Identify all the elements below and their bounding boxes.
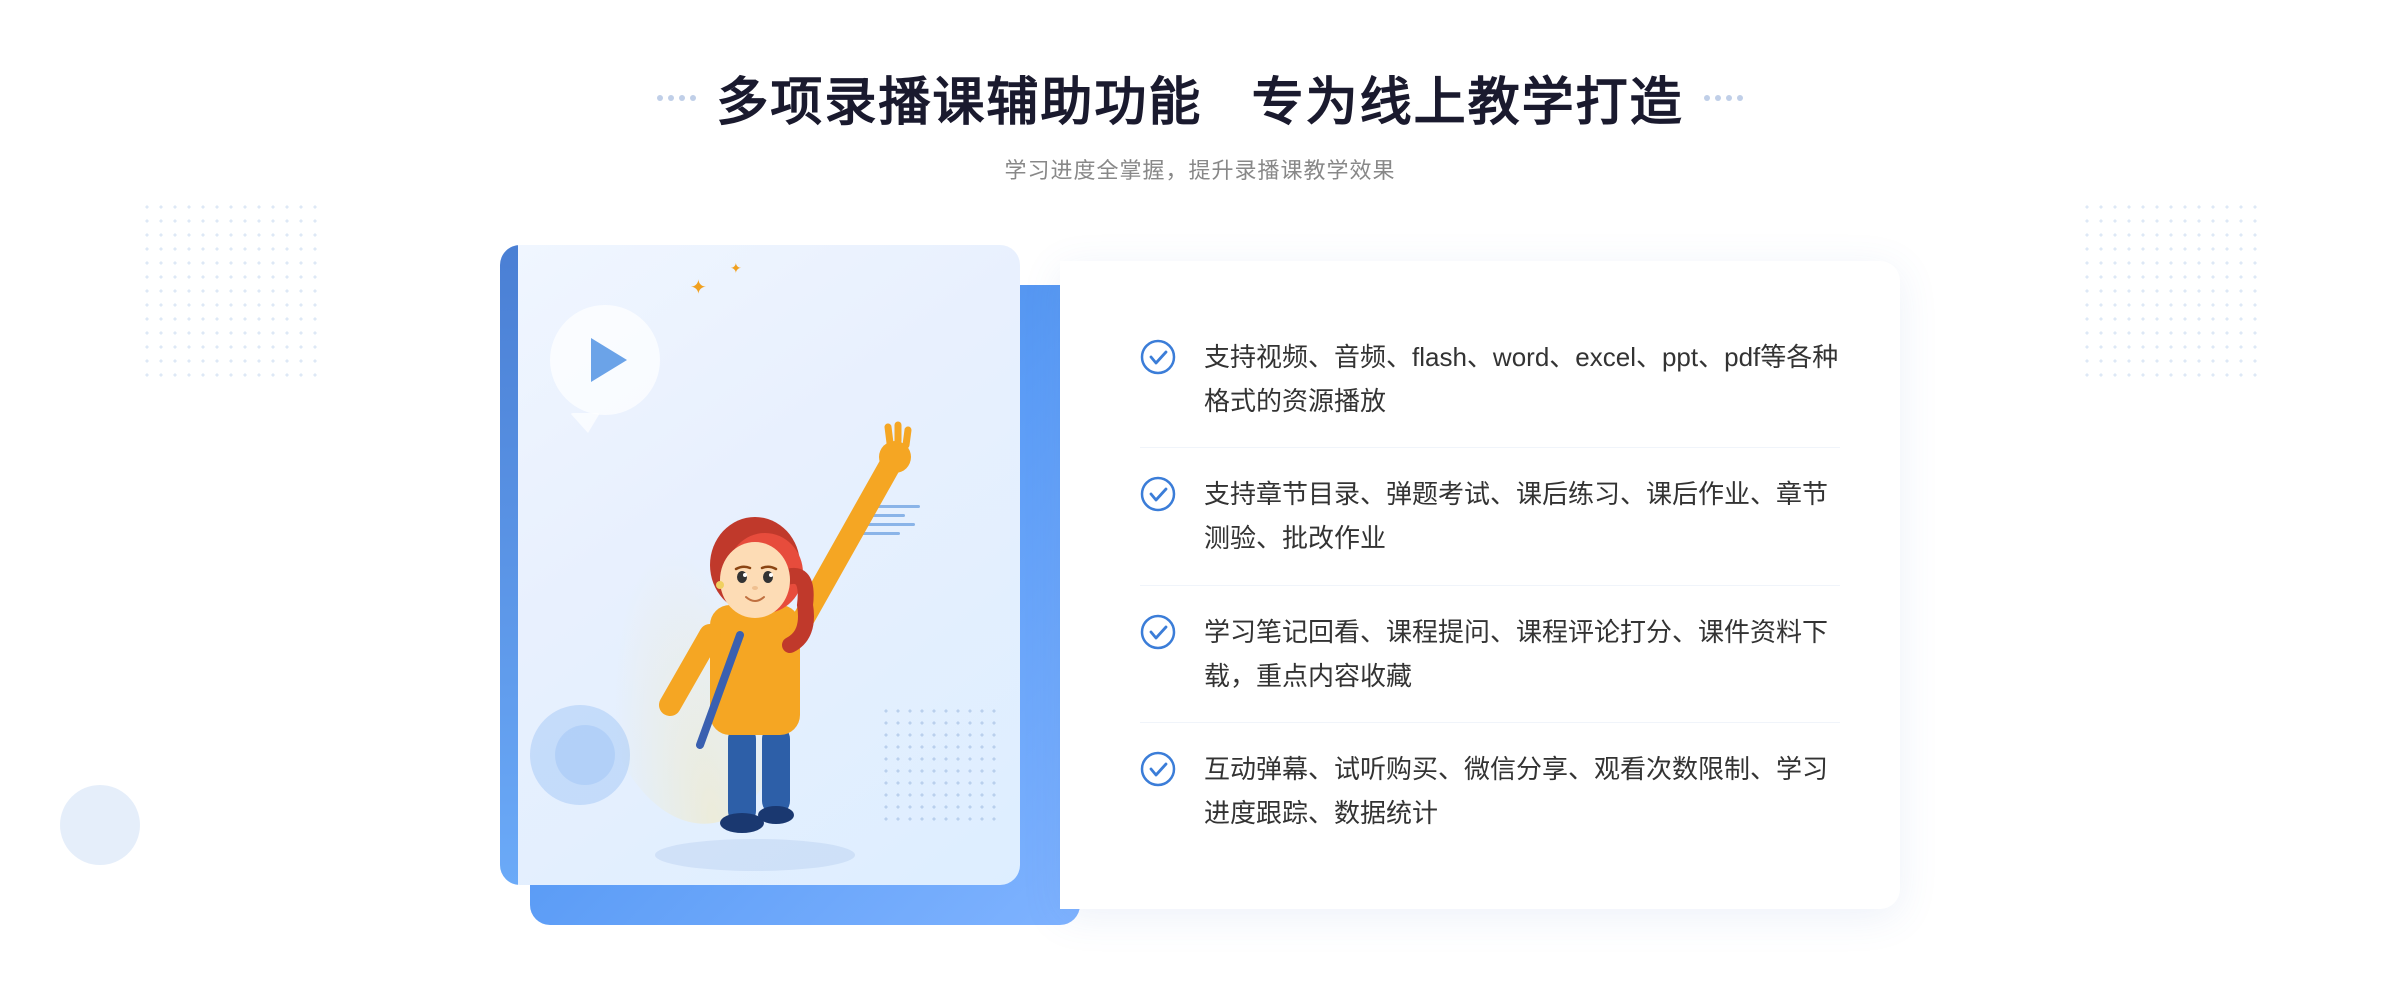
dot xyxy=(657,95,663,101)
page-title: 多项录播课辅助功能 专为线上教学打造 xyxy=(716,60,1683,135)
check-circle-icon-1 xyxy=(1140,339,1176,375)
sparkle-icon-2: ✦ xyxy=(730,260,742,277)
light-card: ✦ ✦ xyxy=(500,245,1020,885)
feature-item-2: 支持章节目录、弹题考试、课后练习、课后作业、章节测验、批改作业 xyxy=(1140,448,1840,585)
features-panel: 支持视频、音频、flash、word、excel、ppt、pdf等各种格式的资源… xyxy=(1060,261,1900,910)
bg-dots-left-decoration xyxy=(140,200,320,380)
feature-item-4: 互动弹幕、试听购买、微信分享、观看次数限制、学习进度跟踪、数据统计 xyxy=(1140,723,1840,859)
dot xyxy=(1715,95,1721,101)
check-circle-icon-3 xyxy=(1140,614,1176,650)
dot xyxy=(690,95,696,101)
feature-text-4: 互动弹幕、试听购买、微信分享、观看次数限制、学习进度跟踪、数据统计 xyxy=(1204,747,1840,835)
check-circle-icon-4 xyxy=(1140,751,1176,787)
dot xyxy=(668,95,674,101)
feature-item-1: 支持视频、音频、flash、word、excel、ppt、pdf等各种格式的资源… xyxy=(1140,311,1840,448)
title-part1: 多项录播课辅助功能 xyxy=(716,74,1202,132)
content-area: « ✦ ✦ xyxy=(500,245,1900,925)
blue-bar-decoration xyxy=(500,245,518,885)
header-section: 多项录播课辅助功能 专为线上教学打造 学习进度全掌握，提升录播课教学效果 xyxy=(657,60,1742,185)
bg-dots-right-decoration xyxy=(2080,200,2260,380)
page-wrapper: 多项录播课辅助功能 专为线上教学打造 学习进度全掌握，提升录播课教学效果 « xyxy=(0,0,2400,1005)
feature-item-3: 学习笔记回看、课程提问、课程评论打分、课件资料下载，重点内容收藏 xyxy=(1140,586,1840,723)
title-dots-right xyxy=(1704,95,1743,101)
dot xyxy=(1726,95,1732,101)
feature-text-1: 支持视频、音频、flash、word、excel、ppt、pdf等各种格式的资源… xyxy=(1204,335,1840,423)
title-row: 多项录播课辅助功能 专为线上教学打造 xyxy=(657,60,1742,135)
page-subtitle: 学习进度全掌握，提升录播课教学效果 xyxy=(657,153,1742,185)
character-illustration xyxy=(580,325,930,885)
dot xyxy=(679,95,685,101)
dot xyxy=(1737,95,1743,101)
dot xyxy=(1704,95,1710,101)
feature-text-2: 支持章节目录、弹题考试、课后练习、课后作业、章节测验、批改作业 xyxy=(1204,472,1840,560)
feature-text-3: 学习笔记回看、课程提问、课程评论打分、课件资料下载，重点内容收藏 xyxy=(1204,610,1840,698)
bottom-left-circle-decoration xyxy=(60,785,140,865)
title-part2: 专为线上教学打造 xyxy=(1252,74,1684,132)
sparkle-icon-1: ✦ xyxy=(690,275,707,300)
title-dots-left xyxy=(657,95,696,101)
illustration-wrapper: « ✦ ✦ xyxy=(500,245,1080,925)
check-circle-icon-2 xyxy=(1140,476,1176,512)
